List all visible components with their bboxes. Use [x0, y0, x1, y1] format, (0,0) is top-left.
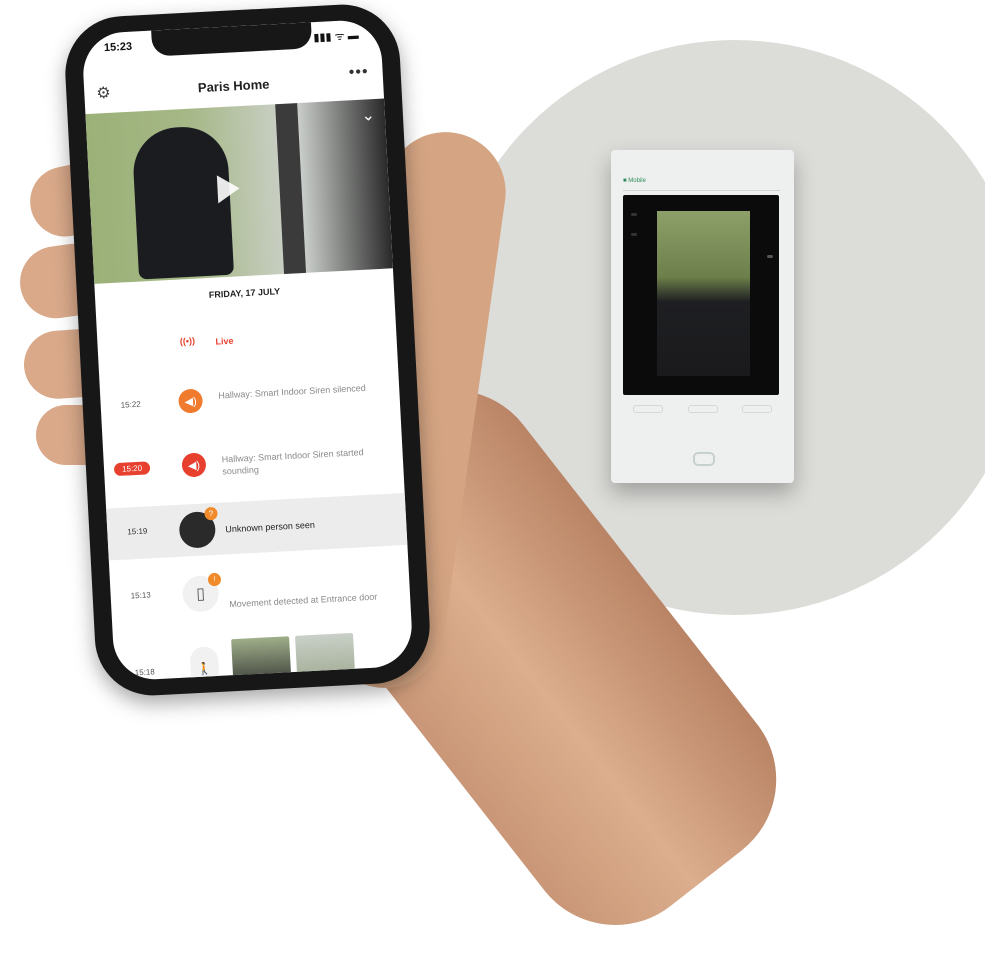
- monitor-side-icon: [767, 255, 773, 258]
- monitor-button[interactable]: [687, 405, 718, 413]
- timeline-row[interactable]: ((•)) Live: [97, 318, 397, 364]
- monitor-button[interactable]: [633, 405, 663, 413]
- event-thumbnail[interactable]: [295, 632, 356, 682]
- phone-screen: 15:23 ▮▮▮ ᯤ ▬ ⚙ Paris Home ••• ⌄ FRIDAY,…: [81, 18, 414, 682]
- status-time: 15:23: [103, 40, 133, 55]
- door-frame: [275, 103, 307, 274]
- event-text: Hallway: Smart Indoor Siren started soun…: [221, 447, 364, 477]
- motion-icon: 🚶: [189, 645, 220, 682]
- play-icon[interactable]: [216, 174, 241, 204]
- timeline-row[interactable]: 15:20 ◀) Hallway: Smart Indoor Siren sta…: [103, 440, 404, 496]
- handset-icon[interactable]: [693, 452, 715, 466]
- chevron-down-icon[interactable]: ⌄: [361, 105, 375, 126]
- event-text: Unknown person seen: [225, 519, 316, 535]
- monitor-side-icon: [631, 213, 637, 216]
- question-badge-icon: ?: [204, 506, 218, 521]
- speaker-icon: ◀): [177, 388, 204, 414]
- smartphone: 15:23 ▮▮▮ ᯤ ▬ ⚙ Paris Home ••• ⌄ FRIDAY,…: [62, 1, 433, 699]
- monitor-video-feed: [657, 211, 750, 376]
- monitor-button-row: [633, 405, 772, 415]
- monitor-divider: [623, 190, 780, 191]
- event-time: 15:19: [127, 526, 148, 537]
- timeline-row-highlighted[interactable]: 15:19 ? Unknown person seen: [106, 492, 408, 561]
- indoor-video-monitor: ■ Mobile: [611, 150, 794, 483]
- event-timeline: ((•)) Live 15:22 ◀) Hallway: Smart Indoo…: [96, 308, 408, 682]
- monitor-label: ■ Mobile: [623, 178, 646, 184]
- timeline-row[interactable]: 15:18 🚶: [113, 630, 413, 682]
- speaker-icon: ◀): [181, 452, 207, 478]
- event-time: 15:13: [130, 590, 151, 601]
- monitor-screen: [623, 195, 779, 395]
- page-title: Paris Home: [197, 76, 270, 96]
- event-thumbnail[interactable]: [231, 636, 292, 682]
- phone-notch: [151, 22, 313, 57]
- event-time-badge: 15:20: [113, 461, 151, 477]
- timeline-row[interactable]: 15:22 ◀) Hallway: Smart Indoor Siren sil…: [100, 376, 401, 432]
- event-time: 15:18: [134, 667, 155, 678]
- camera-video[interactable]: ⌄: [85, 98, 393, 284]
- monitor-button[interactable]: [742, 405, 772, 413]
- event-time: 15:22: [120, 399, 141, 410]
- status-icons: ▮▮▮ ᯤ ▬: [313, 29, 360, 45]
- alert-badge-icon: !: [207, 572, 222, 587]
- event-text: Hallway: Smart Indoor Siren silenced: [218, 382, 366, 401]
- monitor-side-icon: [631, 233, 637, 236]
- date-heading: FRIDAY, 17 JULY: [208, 286, 281, 300]
- event-text: Live: [215, 335, 234, 347]
- live-icon: ((•)): [179, 335, 196, 347]
- event-text: Movement detected at Entrance door: [229, 591, 378, 610]
- more-button[interactable]: •••: [348, 63, 369, 82]
- timeline-row[interactable]: 15:13 ▯ ! Movement detected at Entrance …: [110, 563, 411, 629]
